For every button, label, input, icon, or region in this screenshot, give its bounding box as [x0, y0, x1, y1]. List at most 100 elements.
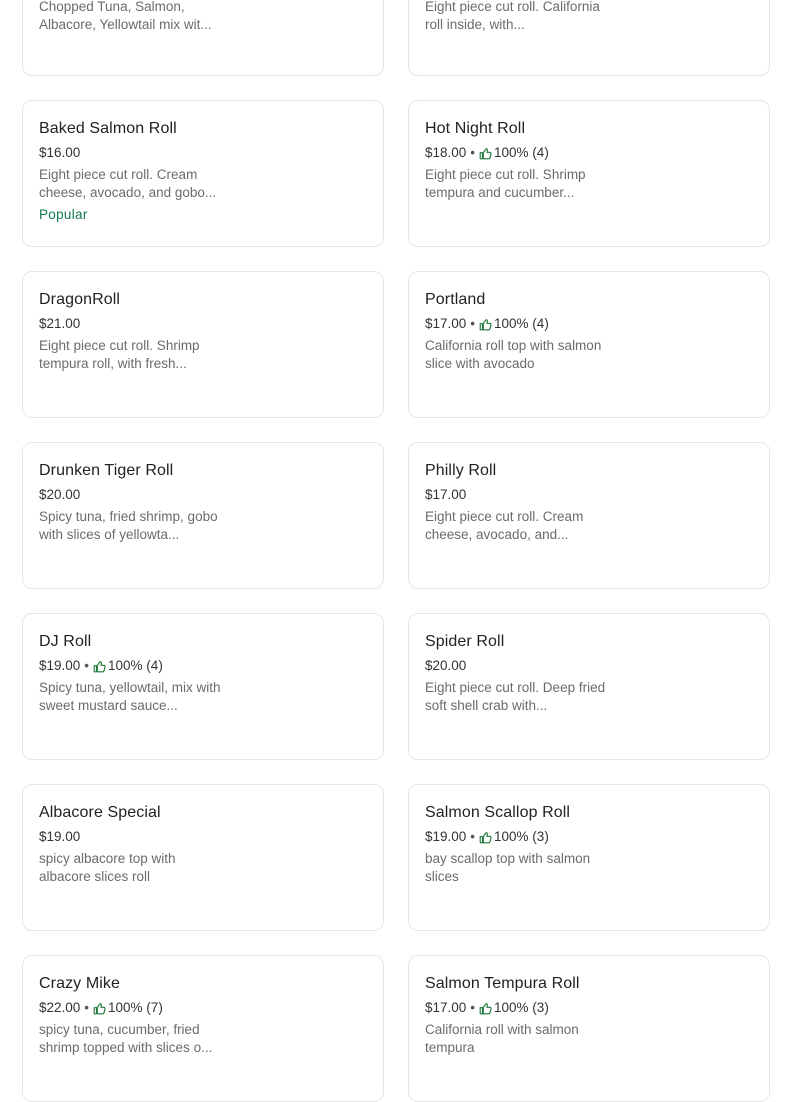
menu-item-meta: $19.00 [39, 829, 367, 845]
menu-item-description: Chopped Tuna, Salmon, Albacore, Yellowta… [39, 0, 225, 34]
menu-item-content: Drunken Tiger Roll $20.00 Spicy tuna, frie… [39, 461, 367, 544]
thumbs-up-icon [479, 831, 492, 844]
menu-item-content: Baked Salmon Roll $16.00 Eight piece cut r… [39, 119, 367, 224]
menu-item-card[interactable]: Crazy Mike $22.00 • 100% (7) spicy tuna, cuc… [22, 955, 384, 1102]
menu-item-name: Crazy Mike [39, 975, 121, 992]
menu-item-meta: $17.00 • 100% (3) [425, 1000, 753, 1016]
menu-item-content: DragonRoll $21.00 Eight piece cut roll. Sh… [39, 290, 367, 373]
menu-item-card[interactable]: Philly Roll $17.00 Eight piece cut roll. C… [408, 442, 770, 589]
menu-item-rating: 100% (7) [108, 1000, 163, 1015]
menu-item-description-text: spicy tuna, cucumber, fried shrimp toppe… [39, 1022, 213, 1055]
menu-item-content: Eight piece cut roll. California roll in… [425, 0, 753, 34]
menu-item-name: Salmon Scallop Roll [425, 804, 571, 821]
menu-item-description: Eight piece cut roll. Shrimp tempura and… [425, 166, 611, 202]
menu-item-meta: $20.00 [39, 487, 367, 503]
menu-item-content: Salmon Scallop Roll $19.00 • 100% (3) bay sc… [425, 803, 753, 886]
menu-item-description-text: bay scallop top with salmon slices [425, 851, 591, 884]
menu-item-description-text: Eight piece cut roll. Cream cheese, avoc… [39, 167, 217, 200]
menu-item-description-text: spicy albacore top with albacore slices … [39, 851, 176, 884]
menu-item-name: Spider Roll [425, 633, 505, 650]
menu-item-rating: 100% (3) [494, 829, 549, 844]
separator-dot: • [470, 1000, 476, 1015]
menu-item-meta: $22.00 • 100% (7) [39, 1000, 367, 1016]
menu-item-description-text: Chopped Tuna, Salmon, Albacore, Yellowta… [39, 0, 212, 32]
separator-dot: • [84, 658, 90, 673]
popular-badge: Popular [39, 207, 88, 222]
menu-item-card[interactable]: Salmon Tempura Roll $17.00 • 100% (3) Califo… [408, 955, 770, 1102]
thumbs-up-icon [479, 318, 492, 331]
menu-item-meta: $19.00 • 100% (4) [39, 658, 367, 674]
menu-item-description-text: Eight piece cut roll. California roll in… [425, 0, 600, 32]
menu-item-content: Salmon Tempura Roll $17.00 • 100% (3) Califo… [425, 974, 753, 1057]
menu-item-card[interactable]: Albacore Special $19.00 spicy albacore top… [22, 784, 384, 931]
menu-item-card[interactable]: Baked Salmon Roll $16.00 Eight piece cut r… [22, 100, 384, 247]
menu-item-description-text: California roll top with salmon slice wi… [425, 338, 602, 371]
menu-item-content: Albacore Special $19.00 spicy albacore top… [39, 803, 367, 886]
menu-item-description: Spicy tuna, fried shrimp, gobo with slic… [39, 508, 225, 544]
menu-item-description-text: California roll with salmon tempura [425, 1022, 579, 1055]
menu-item-content: Crazy Mike $22.00 • 100% (7) spicy tuna, cuc… [39, 974, 367, 1057]
menu-item-name: DragonRoll [39, 291, 121, 308]
menu-item-card[interactable]: Salmon Scallop Roll $19.00 • 100% (3) bay sc… [408, 784, 770, 931]
menu-item-description-text: Eight piece cut roll. Deep fried soft sh… [425, 680, 606, 713]
menu-item-description-text: Eight piece cut roll. Shrimp tempura rol… [39, 338, 200, 371]
menu-item-description: spicy albacore top with albacore slices … [39, 850, 225, 886]
menu-item-meta: $21.00 [39, 316, 367, 332]
menu-item-price: $20.00 [39, 487, 81, 502]
separator-dot: • [470, 145, 476, 160]
menu-item-price: $21.00 [39, 316, 81, 331]
menu-item-meta: $16.00 [39, 145, 367, 161]
menu-item-meta: $17.00 [425, 487, 753, 503]
menu-item-description: Eight piece cut roll. Cream cheese, avoc… [39, 166, 225, 202]
menu-item-card[interactable]: DragonRoll $21.00 Eight piece cut roll. Sh… [22, 271, 384, 418]
menu-item-meta: $18.00 • 100% (4) [425, 145, 753, 161]
menu-item-name: Drunken Tiger Roll [39, 462, 174, 479]
menu-item-name: Philly Roll [425, 462, 497, 479]
menu-item-content: Hot Night Roll $18.00 • 100% (4) Eight piece… [425, 119, 753, 202]
menu-item-card[interactable]: Hot Night Roll $18.00 • 100% (4) Eight piece… [408, 100, 770, 247]
menu-grid: Chopped Tuna, Salmon, Albacore, Yellowta… [0, 0, 804, 1102]
menu-item-price: $16.00 [39, 145, 81, 160]
menu-item-rating: 100% (4) [494, 145, 549, 160]
menu-item-name: Salmon Tempura Roll [425, 975, 580, 992]
menu-item-card[interactable]: DJ Roll $19.00 • 100% (4) Spicy tuna, yellow… [22, 613, 384, 760]
menu-item-description: bay scallop top with salmon slices [425, 850, 611, 886]
menu-item-meta: $19.00 • 100% (3) [425, 829, 753, 845]
menu-item-description: California roll top with salmon slice wi… [425, 337, 611, 373]
menu-item-meta: $17.00 • 100% (4) [425, 316, 753, 332]
menu-item-description: spicy tuna, cucumber, fried shrimp toppe… [39, 1021, 225, 1057]
menu-item-price: $18.00 [425, 145, 467, 160]
menu-item-card[interactable]: Eight piece cut roll. California roll in… [408, 0, 770, 76]
menu-item-price: $17.00 [425, 1000, 467, 1015]
menu-item-description: California roll with salmon tempura [425, 1021, 611, 1057]
menu-item-name: DJ Roll [39, 633, 92, 650]
menu-item-content: DJ Roll $19.00 • 100% (4) Spicy tuna, yellow… [39, 632, 367, 715]
menu-item-content: Portland $17.00 • 100% (4) California roll t… [425, 290, 753, 373]
menu-item-price: $19.00 [39, 829, 81, 844]
menu-item-description: Eight piece cut roll. California roll in… [425, 0, 611, 34]
separator-dot: • [84, 1000, 90, 1015]
menu-item-name: Portland [425, 291, 486, 308]
menu-item-description: Eight piece cut roll. Deep fried soft sh… [425, 679, 611, 715]
thumbs-up-icon [479, 147, 492, 160]
menu-item-description-text: Spicy tuna, fried shrimp, gobo with slic… [39, 509, 218, 542]
menu-item-card[interactable]: Portland $17.00 • 100% (4) California roll t… [408, 271, 770, 418]
menu-item-price: $19.00 [425, 829, 467, 844]
menu-item-price: $19.00 [39, 658, 81, 673]
separator-dot: • [470, 316, 476, 331]
menu-item-rating: 100% (4) [494, 316, 549, 331]
menu-item-card[interactable]: Chopped Tuna, Salmon, Albacore, Yellowta… [22, 0, 384, 76]
menu-item-name: Albacore Special [39, 804, 161, 821]
menu-item-price: $17.00 [425, 487, 467, 502]
menu-item-meta: $20.00 [425, 658, 753, 674]
menu-item-description: Eight piece cut roll. Shrimp tempura rol… [39, 337, 225, 373]
menu-item-description: Eight piece cut roll. Cream cheese, avoc… [425, 508, 611, 544]
menu-item-price: $20.00 [425, 658, 467, 673]
menu-item-rating: 100% (3) [494, 1000, 549, 1015]
menu-item-content: Spider Roll $20.00 Eight piece cut roll. D… [425, 632, 753, 715]
menu-item-name: Baked Salmon Roll [39, 120, 177, 137]
menu-item-card[interactable]: Drunken Tiger Roll $20.00 Spicy tuna, frie… [22, 442, 384, 589]
thumbs-up-icon [479, 1002, 492, 1015]
menu-item-card[interactable]: Spider Roll $20.00 Eight piece cut roll. D… [408, 613, 770, 760]
menu-item-content: Chopped Tuna, Salmon, Albacore, Yellowta… [39, 0, 367, 34]
